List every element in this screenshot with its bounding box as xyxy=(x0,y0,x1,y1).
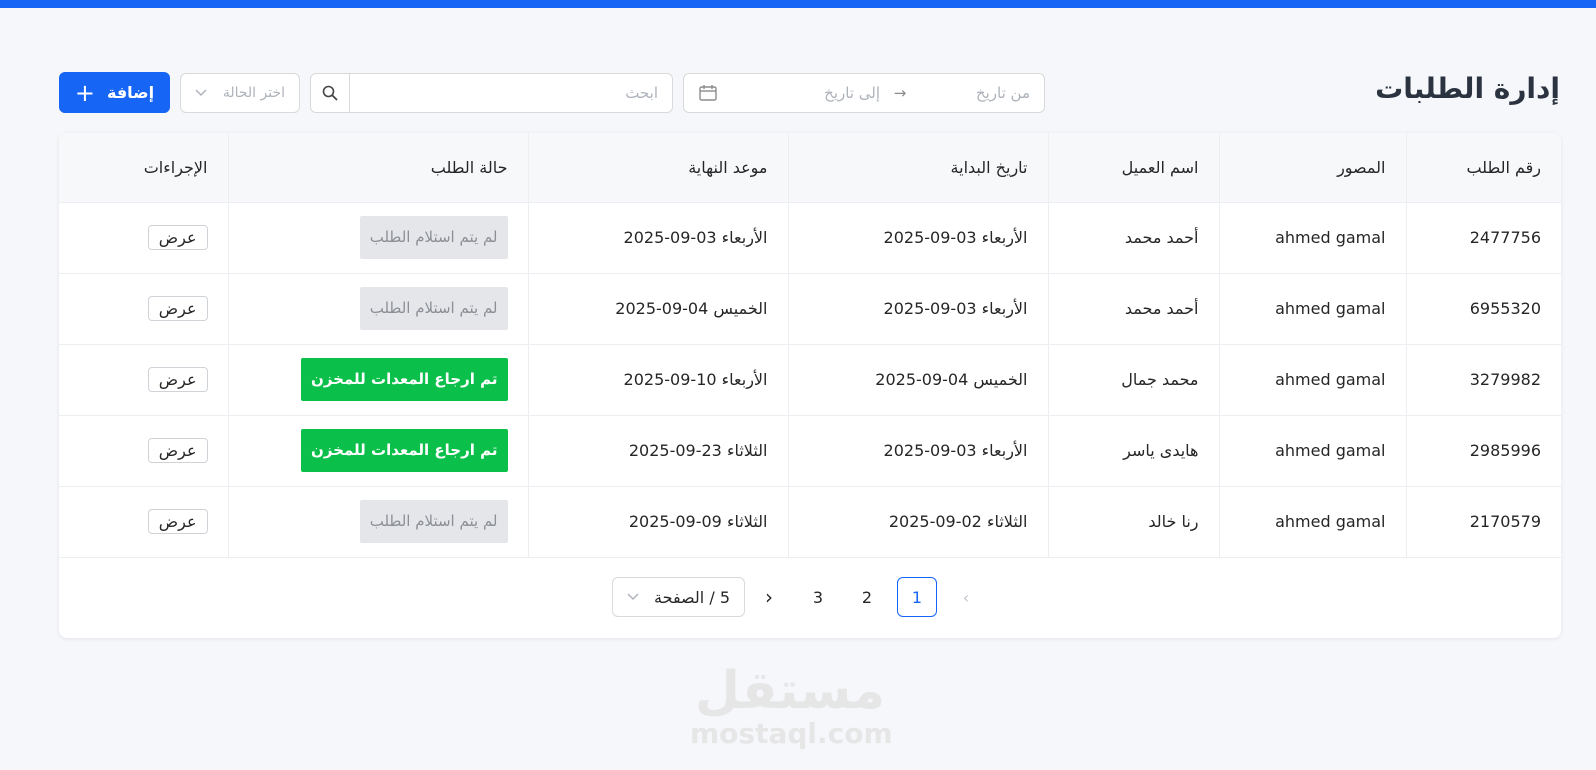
page-size-value: 5 / الصفحة xyxy=(654,587,730,607)
watermark-logo: مستقل mostaql.com xyxy=(690,661,893,752)
arrow-icon: → xyxy=(893,84,907,102)
order-id: 3279982 xyxy=(1405,344,1561,416)
client-name: أحمد محمد xyxy=(1047,202,1219,274)
client-name: محمد جمال xyxy=(1047,344,1219,416)
table-row: 2477756 ahmed gamal أحمد محمد الأربعاء 0… xyxy=(59,202,1561,274)
watermark-latin: mostaql.com xyxy=(690,717,893,750)
start-date: الأربعاء 03-09-2025 xyxy=(787,415,1048,487)
header-start-date[interactable]: تاريخ البداية xyxy=(787,133,1048,203)
start-date: الأربعاء 03-09-2025 xyxy=(787,202,1048,274)
view-button[interactable]: عرض xyxy=(147,225,208,250)
status-badge: لم يتم استلام الطلب xyxy=(359,500,508,543)
header-order-id[interactable]: رقم الطلب xyxy=(1405,133,1561,203)
view-button[interactable]: عرض xyxy=(147,438,208,463)
header-end-date[interactable]: موعد النهاية xyxy=(527,133,788,203)
add-button-label: إضافة xyxy=(106,83,155,102)
order-id: 6955320 xyxy=(1405,273,1561,345)
end-date: الثلاثاء 23-09-2025 xyxy=(527,415,788,487)
status-badge: تم ارجاع المعدات للمخزن xyxy=(301,358,508,401)
status-select-placeholder: اختر الحالة xyxy=(222,85,285,101)
start-date: الثلاثاء 02-09-2025 xyxy=(787,486,1048,558)
page-title: إدارة الطلبات xyxy=(1375,72,1560,105)
status-badge: تم ارجاع المعدات للمخزن xyxy=(301,429,508,472)
photographer: ahmed gamal xyxy=(1218,344,1406,416)
pagination-page-2[interactable]: 2 xyxy=(847,577,887,617)
search-icon xyxy=(322,85,338,101)
table-header-row: رقم الطلب المصور اسم العميل تاريخ البداي… xyxy=(59,133,1561,203)
chevron-down-icon xyxy=(627,593,639,601)
search-input[interactable] xyxy=(350,73,673,113)
search-button[interactable] xyxy=(310,73,350,113)
order-id: 2170579 xyxy=(1405,486,1561,558)
watermark-arabic: مستقل xyxy=(694,661,886,721)
start-date: الأربعاء 03-09-2025 xyxy=(787,273,1048,345)
view-button[interactable]: عرض xyxy=(147,509,208,534)
chevron-down-icon xyxy=(195,89,207,97)
photographer: ahmed gamal xyxy=(1218,486,1406,558)
pagination-next[interactable]: › xyxy=(749,577,789,617)
end-date: الأربعاء 03-09-2025 xyxy=(527,202,788,274)
client-name: رنا خالد xyxy=(1047,486,1219,558)
end-date: الأربعاء 10-09-2025 xyxy=(527,344,788,416)
pagination-prev[interactable]: ‹ xyxy=(946,577,986,617)
top-accent-bar xyxy=(0,0,1596,8)
pagination-page-3[interactable]: 3 xyxy=(798,577,838,617)
pagination-page-1[interactable]: 1 xyxy=(897,577,937,617)
orders-table: رقم الطلب المصور اسم العميل تاريخ البداي… xyxy=(59,133,1561,558)
status-select[interactable]: اختر الحالة xyxy=(180,73,300,113)
table-row: 3279982 ahmed gamal محمد جمال الخميس 04-… xyxy=(59,344,1561,416)
table-row: 2170579 ahmed gamal رنا خالد الثلاثاء 02… xyxy=(59,486,1561,558)
view-button[interactable]: عرض xyxy=(147,296,208,321)
end-date: الخميس 04-09-2025 xyxy=(527,273,788,345)
search-group xyxy=(310,73,673,113)
order-id: 2985996 xyxy=(1405,415,1561,487)
date-from-input[interactable]: من تاريخ xyxy=(920,84,1030,102)
client-name: هايدى ياسر xyxy=(1047,415,1219,487)
photographer: ahmed gamal xyxy=(1218,273,1406,345)
header-actions: الإجراءات xyxy=(59,133,228,203)
date-range-picker[interactable]: من تاريخ → إلى تاريخ xyxy=(683,73,1045,113)
client-name: أحمد محمد xyxy=(1047,273,1219,345)
add-button[interactable]: إضافة + xyxy=(59,72,170,113)
header-photographer[interactable]: المصور xyxy=(1218,133,1406,203)
end-date: الثلاثاء 09-09-2025 xyxy=(527,486,788,558)
order-id: 2477756 xyxy=(1405,202,1561,274)
header-status[interactable]: حالة الطلب xyxy=(227,133,528,203)
table-row: 6955320 ahmed gamal أحمد محمد الأربعاء 0… xyxy=(59,273,1561,345)
status-badge: لم يتم استلام الطلب xyxy=(359,287,508,330)
view-button[interactable]: عرض xyxy=(147,367,208,392)
calendar-icon xyxy=(699,85,717,101)
photographer: ahmed gamal xyxy=(1218,415,1406,487)
plus-icon: + xyxy=(74,78,95,107)
table-row: 2985996 ahmed gamal هايدى ياسر الأربعاء … xyxy=(59,415,1561,487)
start-date: الخميس 04-09-2025 xyxy=(787,344,1048,416)
orders-table-card: رقم الطلب المصور اسم العميل تاريخ البداي… xyxy=(59,133,1561,638)
status-badge: لم يتم استلام الطلب xyxy=(359,216,508,259)
pagination: ‹ 1 2 3 › 5 / الصفحة xyxy=(59,577,1561,617)
page-size-select[interactable]: 5 / الصفحة xyxy=(612,577,745,617)
header-client[interactable]: اسم العميل xyxy=(1047,133,1219,203)
date-to-input[interactable]: إلى تاريخ xyxy=(718,84,880,102)
photographer: ahmed gamal xyxy=(1218,202,1406,274)
